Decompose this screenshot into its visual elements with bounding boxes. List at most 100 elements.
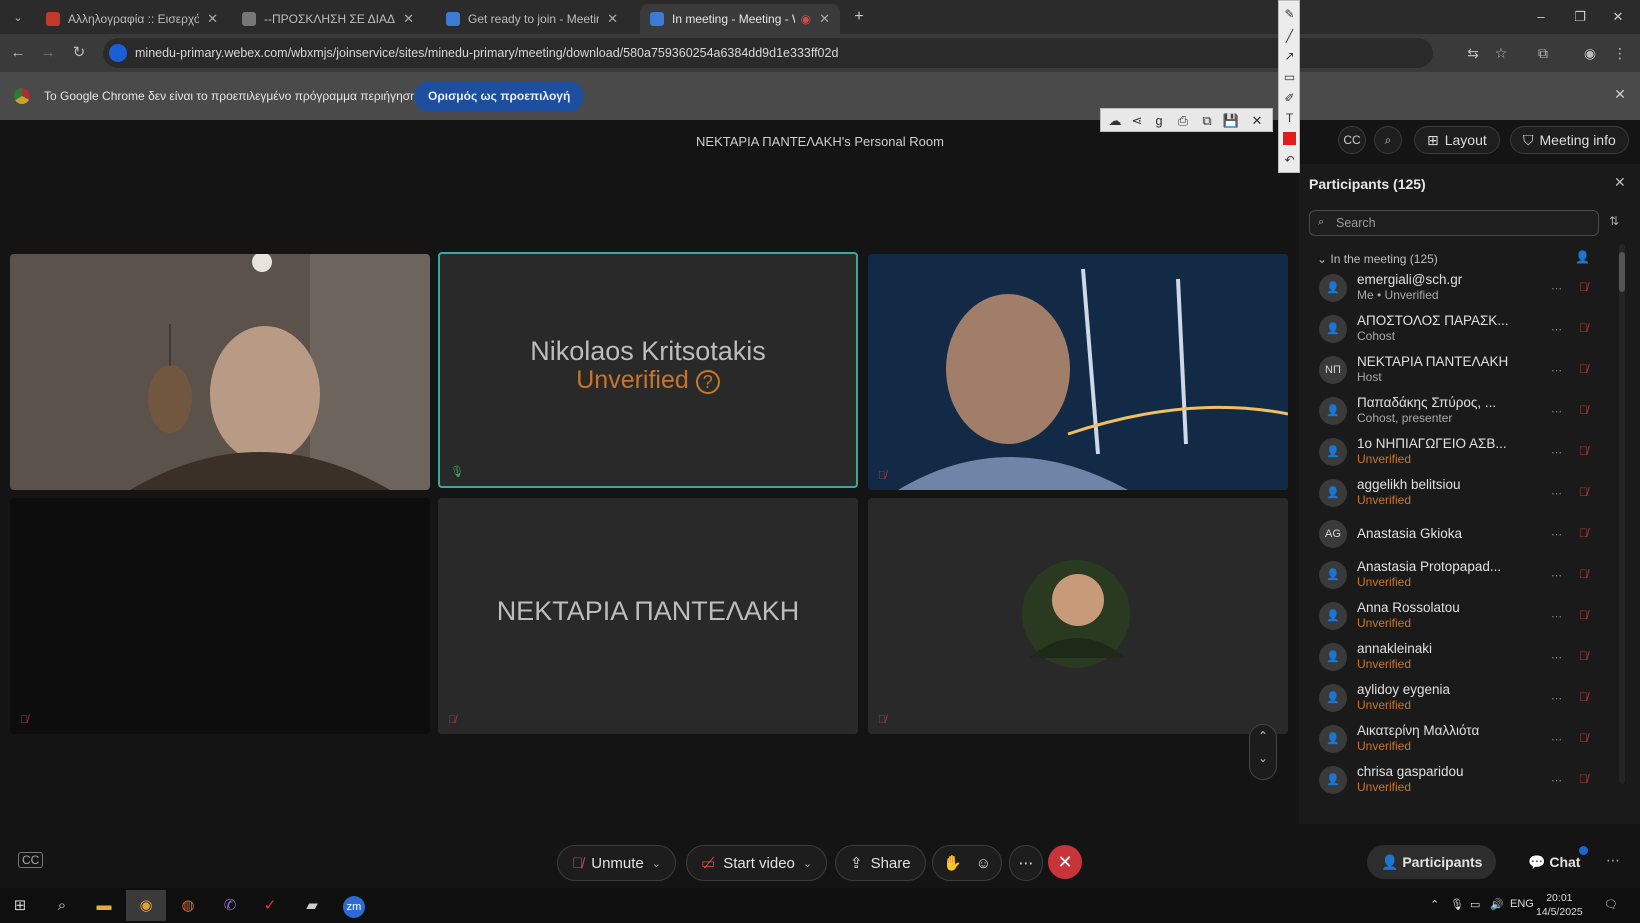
video-tile[interactable] (10, 254, 430, 490)
mic-muted-icon[interactable]: 🎙̸ (1579, 649, 1588, 663)
microphone-tray-icon[interactable]: 🎙 (1450, 898, 1464, 911)
more-icon[interactable]: ⋯ (1551, 692, 1562, 705)
sort-icon[interactable]: ⇅ (1609, 214, 1619, 228)
search-input[interactable] (1336, 211, 1586, 235)
chrome-app-icon[interactable]: ◉ (126, 890, 166, 921)
back-icon[interactable]: ← (7, 42, 29, 64)
save-icon[interactable]: 💾 (1221, 111, 1241, 131)
mic-muted-icon[interactable]: 🎙̸ (1579, 567, 1588, 581)
browser-tab-active[interactable]: In meeting - Meeting - Web ◉ ✕ (640, 4, 840, 34)
participant-row[interactable]: 👤 Αικατερίνη Μαλλιότα Unverified ⋯ 🎙̸ (1309, 719, 1609, 761)
browser-tab[interactable]: Get ready to join - Meeting - W ✕ (436, 4, 628, 34)
more-icon[interactable]: ⋯ (1551, 733, 1562, 746)
tray-chevron-icon[interactable]: ⌃ (1430, 898, 1439, 911)
participant-row[interactable]: 👤 Anastasia Protopapad... Unverified ⋯ 🎙̸ (1309, 555, 1609, 597)
more-options-button[interactable]: ⋯ (1009, 845, 1043, 881)
notifications-icon[interactable]: 🗨 (1604, 898, 1618, 911)
zoom-search-icon[interactable]: ⌕ (1374, 126, 1402, 154)
zoom-app-icon[interactable]: zm (334, 890, 374, 921)
mic-muted-icon[interactable]: 🎙̸ (1579, 772, 1588, 786)
tile-pager[interactable]: ⌃ ⌄ (1249, 724, 1277, 780)
mic-muted-icon[interactable]: 🎙̸ (1579, 403, 1588, 417)
cloud-upload-icon[interactable]: ☁ (1105, 111, 1125, 131)
scrollbar[interactable] (1619, 244, 1625, 784)
undo-icon[interactable]: ↶ (1280, 151, 1299, 169)
arrow-icon[interactable]: ↗ (1280, 47, 1299, 65)
share-icon[interactable]: ⋖ (1127, 111, 1147, 131)
participant-row[interactable]: 👤 aggelikh belitsiou Unverified ⋯ 🎙̸ (1309, 473, 1609, 515)
browser-tab[interactable]: --ΠΡΟΣΚΛΗΣΗ ΣΕ ΔΙΑΔΙΚΤΥΑΚΗ ✕ (232, 4, 424, 34)
more-apps-icon[interactable]: ⋯ (1606, 852, 1620, 869)
close-infobar-icon[interactable]: ✕ (1610, 86, 1630, 106)
browser-tab[interactable]: Αλληλογραφία :: Εισερχόμενα ✕ (36, 4, 228, 34)
participant-row[interactable]: 👤 ΑΠΟΣΤΟΛΟΣ ΠΑΡΑΣΚ... Cohost ⋯ 🎙̸ (1309, 309, 1609, 351)
more-icon[interactable]: ⋯ (1551, 610, 1562, 623)
app-check-icon[interactable]: ✓ (250, 890, 290, 921)
bookmark-star-icon[interactable]: ☆ (1491, 43, 1511, 63)
restore-window-icon[interactable]: ❐ (1570, 8, 1590, 26)
participant-row[interactable]: ΝΠ ΝΕΚΤΑΡΙΑ ΠΑΝΤΕΛΑΚΗ Host ⋯ 🎙̸ (1309, 350, 1609, 392)
meeting-info-button[interactable]: ⛉ Meeting info (1510, 126, 1629, 154)
forward-icon[interactable]: → (37, 42, 59, 64)
more-icon[interactable]: ⋯ (1551, 446, 1562, 459)
mic-muted-icon[interactable]: 🎙̸ (1579, 485, 1588, 499)
close-icon[interactable]: ✕ (1247, 111, 1267, 131)
more-icon[interactable]: ⋯ (1551, 364, 1562, 377)
video-tile[interactable]: 🎙̸ (868, 498, 1288, 734)
clock[interactable]: 20:01 14/5/2025 (1536, 891, 1583, 919)
windows-start-icon[interactable]: ⊞ (0, 890, 40, 921)
participant-row[interactable]: 👤 1ο ΝΗΠΙΑΓΩΓΕΙΟ ΑΣΒ... Unverified ⋯ 🎙̸ (1309, 432, 1609, 474)
messaging-app-icon[interactable]: ▰ (292, 890, 332, 921)
file-explorer-icon[interactable]: ▬ (84, 890, 124, 921)
tab-search-icon[interactable]: ⌄ (8, 8, 28, 28)
raise-hand-icon[interactable]: ✋ (943, 854, 962, 872)
captions-toggle-icon[interactable]: CC (18, 852, 44, 868)
share-button[interactable]: ⇪ Share (835, 845, 926, 881)
chevron-down-icon[interactable]: ⌄ (1250, 751, 1276, 765)
more-icon[interactable]: ⋯ (1551, 528, 1562, 541)
video-tile-active-speaker[interactable]: Nikolaos Kritsotakis Unverified ? 🎙 (438, 252, 858, 488)
google-icon[interactable]: g (1149, 111, 1169, 131)
participant-row[interactable]: 👤 Anna Rossolatou Unverified ⋯ 🎙̸ (1309, 596, 1609, 638)
participant-row[interactable]: 👤 emergiali@sch.gr Me • Unverified ⋯ 🎙̸ (1309, 268, 1609, 310)
start-video-button[interactable]: ▭̸ Start video ⌄ (686, 845, 828, 881)
leave-meeting-button[interactable]: ✕ (1048, 845, 1082, 879)
participants-button[interactable]: 👤 Participants (1367, 845, 1497, 879)
reload-icon[interactable]: ↻ (68, 42, 90, 64)
mic-muted-icon[interactable]: 🎙̸ (1579, 444, 1588, 458)
color-swatch-red[interactable] (1283, 132, 1296, 145)
layout-button[interactable]: ⊞ Layout (1414, 126, 1500, 154)
participant-row[interactable]: 👤 aylidoy eygenia Unverified ⋯ 🎙̸ (1309, 678, 1609, 720)
volume-icon[interactable]: 🔊 (1490, 898, 1504, 911)
group-header[interactable]: ⌄ In the meeting (125) (1317, 252, 1438, 266)
viber-app-icon[interactable]: ✆ (210, 890, 250, 921)
participant-row[interactable]: 👤 Παπαδάκης Σπύρος, ... Cohost, presenter ⋯… (1309, 391, 1609, 433)
unmute-button[interactable]: 🎙̸ Unmute ⌄ (557, 845, 676, 881)
text-icon[interactable]: T (1280, 109, 1299, 127)
print-icon[interactable]: ⎙ (1173, 111, 1193, 131)
lobby-icon[interactable]: 👤 (1575, 250, 1590, 264)
close-tab-icon[interactable]: ✕ (819, 11, 830, 27)
close-tab-icon[interactable]: ✕ (403, 11, 414, 27)
mic-muted-icon[interactable]: 🎙̸ (1579, 362, 1588, 376)
close-tab-icon[interactable]: ✕ (207, 11, 218, 27)
search-icon[interactable]: ⌕ (42, 890, 82, 921)
reactions-group[interactable]: ✋ ☺ (932, 845, 1003, 881)
close-panel-icon[interactable]: ✕ (1614, 174, 1626, 191)
participant-row[interactable]: 👤 annakleinaki Unverified ⋯ 🎙̸ (1309, 637, 1609, 679)
set-default-button[interactable]: Ορισμός ως προεπιλογή (414, 81, 585, 112)
firefox-app-icon[interactable]: ◍ (168, 890, 208, 921)
participant-row[interactable]: 👤 chrisa gasparidou Unverified ⋯ 🎙̸ (1309, 760, 1609, 802)
profile-icon[interactable]: ◉ (1580, 43, 1600, 63)
close-window-icon[interactable]: ✕ (1608, 8, 1628, 26)
language-indicator[interactable]: ENG (1510, 898, 1534, 910)
mic-muted-icon[interactable]: 🎙̸ (1579, 690, 1588, 704)
scrollbar-thumb[interactable] (1619, 252, 1625, 292)
highlighter-icon[interactable]: ✐ (1280, 89, 1299, 107)
new-tab-icon[interactable]: + (849, 8, 869, 26)
copy-icon[interactable]: ⧉ (1197, 111, 1217, 131)
chrome-menu-icon[interactable]: ⋮ (1610, 43, 1630, 63)
participant-search[interactable]: ⌕ (1309, 210, 1599, 236)
more-icon[interactable]: ⋯ (1551, 774, 1562, 787)
more-icon[interactable]: ⋯ (1551, 405, 1562, 418)
